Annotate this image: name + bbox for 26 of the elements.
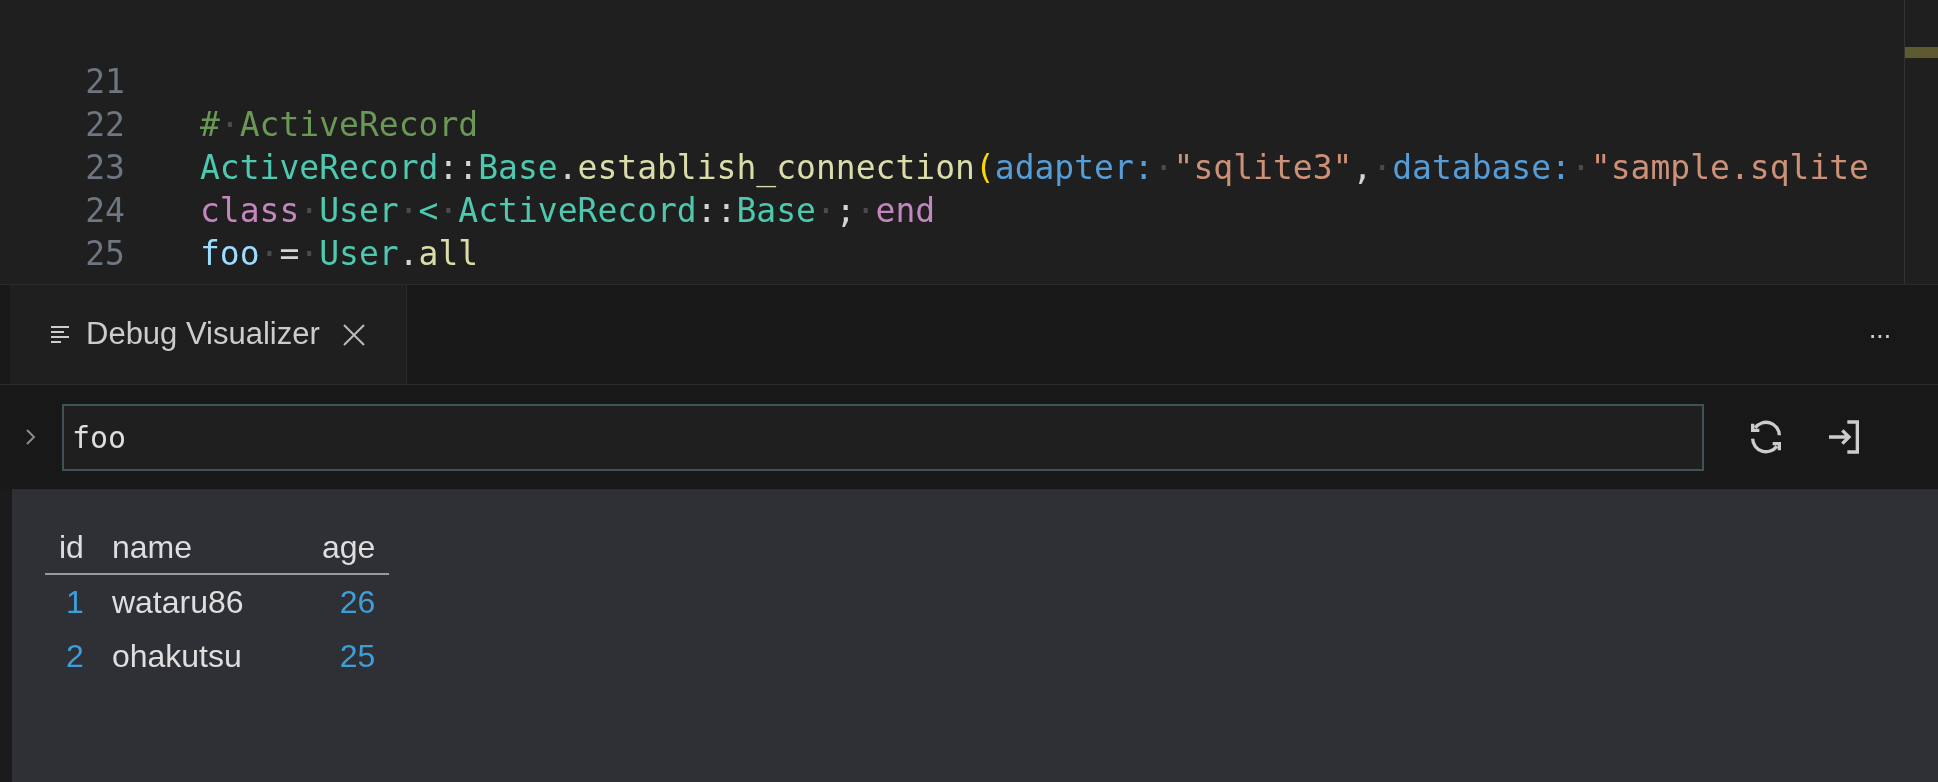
column-header: id — [45, 523, 98, 574]
list-icon — [50, 323, 72, 346]
find-marker — [1905, 47, 1938, 58]
panel-tab[interactable]: Debug Visualizer — [10, 285, 407, 384]
table-cell: 1 — [45, 574, 98, 629]
table-cell-text: 25 — [338, 637, 377, 676]
line-number: 21 — [84, 60, 125, 103]
line-number: 23 — [84, 146, 125, 189]
table-cell: wataru86 — [97, 574, 308, 629]
code-line: foo·=·User.all — [200, 232, 479, 275]
column-header: name — [97, 523, 308, 574]
chevron-right-icon[interactable] — [24, 427, 38, 447]
column-header: age — [307, 523, 390, 574]
table-cell-text: 2 — [65, 637, 85, 676]
code-line: class·User·<·ActiveRecord::Base·;·end — [200, 189, 936, 232]
line-number: 24 — [84, 189, 125, 232]
table-cell: 26 — [307, 574, 390, 629]
more-actions-button[interactable]: ··· — [1868, 313, 1890, 356]
code-line: #·ActiveRecord — [200, 103, 479, 146]
tab-label: Debug Visualizer — [86, 315, 320, 354]
line-number: 22 — [84, 103, 125, 146]
table-cell-text: ohakutsu — [110, 637, 243, 676]
code-line: ActiveRecord::Base.establish_connection(adapter:·"sqlite3",·database:·"sample.sqlite — [200, 146, 1869, 190]
expression-field[interactable]: foo — [62, 403, 1704, 471]
line-number: 25 — [84, 232, 125, 275]
close-icon[interactable] — [341, 322, 366, 347]
